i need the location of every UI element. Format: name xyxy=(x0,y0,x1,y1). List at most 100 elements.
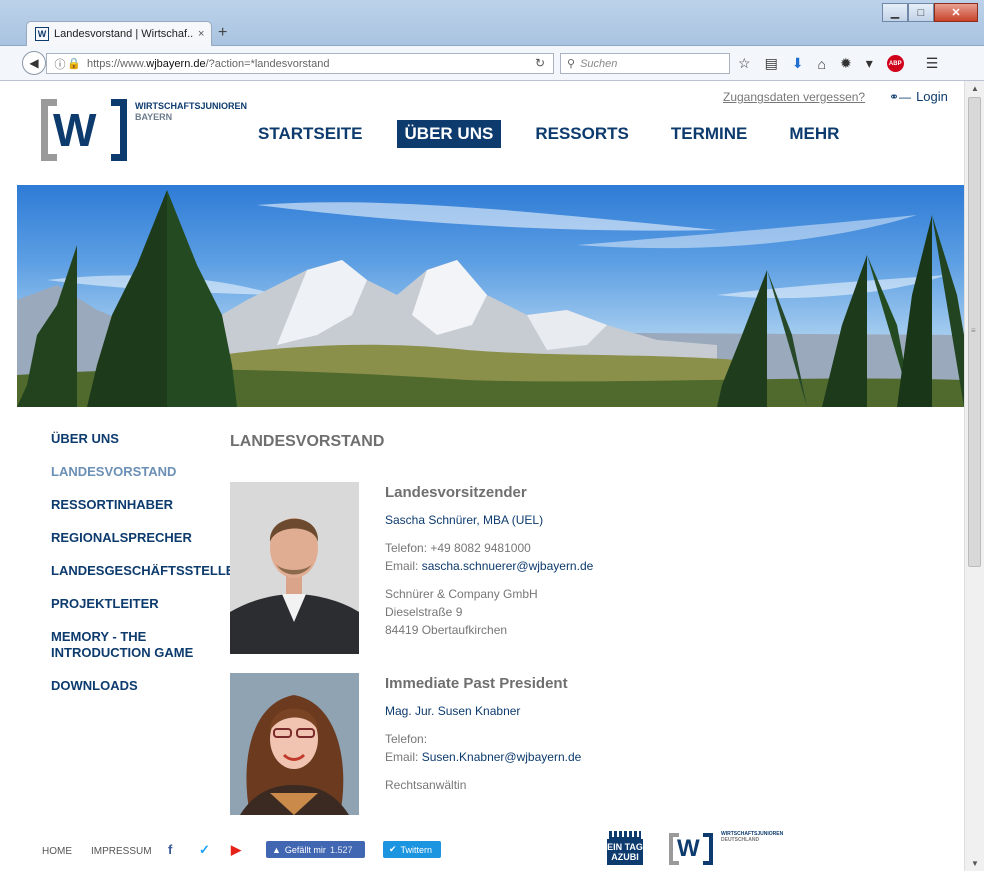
main-navigation: STARTSEITE ÜBER UNS RESSORTS TERMINE MEH… xyxy=(250,120,873,148)
member-name[interactable]: Sascha Schnürer, MBA (UEL) xyxy=(385,513,593,527)
member-phone: Telefon: xyxy=(385,732,428,746)
logo-letters: W xyxy=(677,835,700,862)
reading-list-icon[interactable]: ▤ xyxy=(765,55,778,72)
sidebar-item-regionalsprecher[interactable]: REGIONALSPRECHER xyxy=(51,530,231,546)
toolbar-icons: ☆ ▤ ⬇ ⌂ ✹ ▾ ABP ☰ xyxy=(738,55,952,72)
ein-tag-azubi-logo[interactable]: EIN TAG AZUBI xyxy=(607,831,643,867)
member-portrait-image xyxy=(230,482,359,654)
nav-termine[interactable]: TERMINE xyxy=(663,120,756,148)
forgot-credentials-link[interactable]: Zugangsdaten vergessen? xyxy=(723,90,865,104)
tweet-label: Twittern xyxy=(400,844,433,855)
navigation-toolbar: ◀ ⓘ 🔒 https://www.wjbayern.de/?action=*l… xyxy=(0,46,984,81)
extension-icon[interactable]: ✹ xyxy=(840,55,852,72)
logo-letters: W xyxy=(53,104,96,156)
skyline-graphic xyxy=(609,831,641,839)
wj-bayern-logo[interactable]: W xyxy=(41,99,127,163)
new-tab-icon[interactable]: + xyxy=(218,24,227,42)
thumbs-up-icon: ▲ xyxy=(272,844,281,855)
facebook-icon[interactable]: f xyxy=(168,842,172,857)
banner-illustration xyxy=(17,190,964,407)
member-role: Landesvorsitzender xyxy=(385,484,527,501)
tab-strip: W Landesvorstand | Wirtschaf... × + ▁ □ … xyxy=(0,0,984,46)
brand-name: WIRTSCHAFTSJUNIOREN xyxy=(135,101,247,111)
sidebar-item-landesvorstand[interactable]: LANDESVORSTAND xyxy=(51,464,231,480)
adblock-icon[interactable]: ABP xyxy=(886,55,904,72)
member-role: Immediate Past President xyxy=(385,675,568,692)
browser-chrome: W Landesvorstand | Wirtschaf... × + ▁ □ … xyxy=(0,0,984,81)
member-info: Landesvorsitzender Sascha Schnürer, MBA … xyxy=(385,484,593,639)
member-card: Immediate Past President Mag. Jur. Susen… xyxy=(230,673,930,845)
info-icon[interactable]: ⓘ xyxy=(53,56,67,72)
window-controls: ▁ □ ✕ xyxy=(882,3,978,22)
tab-close-icon[interactable]: × xyxy=(198,28,204,40)
scrollbar-grip-icon: ≡ xyxy=(971,326,976,335)
footer-home-link[interactable]: HOME xyxy=(42,846,72,857)
facebook-like-count: 1.527 xyxy=(329,844,353,855)
lock-icon[interactable]: 🔒 xyxy=(67,57,81,70)
nav-mehr[interactable]: MEHR xyxy=(781,120,847,148)
brand-text: WIRTSCHAFTSJUNIOREN BAYERN xyxy=(135,101,247,123)
back-button[interactable]: ◀ xyxy=(22,51,46,75)
member-info: Immediate Past President Mag. Jur. Susen… xyxy=(385,675,581,794)
footer: HOME IMPRESSUM f ✓ ▶ ▲ Gefällt mir 1.527… xyxy=(17,829,964,871)
member-photo xyxy=(230,482,359,654)
youtube-icon[interactable]: ▶ xyxy=(231,842,241,858)
favicon-icon: W xyxy=(35,27,49,41)
page-scrollbar[interactable]: ▲ ≡ ▼ xyxy=(964,81,984,871)
scroll-down-icon[interactable]: ▼ xyxy=(971,859,979,868)
member-phone: Telefon: +49 8082 9481000 xyxy=(385,541,531,555)
key-icon: ⚭— xyxy=(889,89,912,104)
bookmark-star-icon[interactable]: ☆ xyxy=(738,55,751,72)
member-company: Rechtsanwältin xyxy=(385,778,467,792)
facebook-like-button[interactable]: ▲ Gefällt mir 1.527 xyxy=(266,841,365,858)
sidebar-item-memory-game[interactable]: MEMORY - THE INTRODUCTION GAME xyxy=(51,629,201,661)
login-label: Login xyxy=(916,89,948,104)
footer-impressum-link[interactable]: IMPRESSUM xyxy=(91,846,152,857)
logo-right-bracket xyxy=(703,833,713,865)
wj-deutschland-logo[interactable]: W WIRTSCHAFTSJUNIOREN DEUTSCHLAND xyxy=(669,829,789,869)
sidebar-item-projektleiter[interactable]: PROJEKTLEITER xyxy=(51,596,231,612)
logo-right-bracket xyxy=(111,99,127,161)
member-company: Schnürer & Company GmbH xyxy=(385,587,538,601)
facebook-like-label: Gefällt mir xyxy=(284,844,326,855)
maximize-button[interactable]: □ xyxy=(908,3,934,22)
member-email-link[interactable]: Susen.Knabner@wjbayern.de xyxy=(422,750,582,764)
ein-tag-azubi-badge: EIN TAG AZUBI xyxy=(607,839,643,865)
twitter-icon[interactable]: ✓ xyxy=(199,842,210,858)
close-window-button[interactable]: ✕ xyxy=(934,3,978,22)
browser-tab[interactable]: W Landesvorstand | Wirtschaf... × xyxy=(26,21,212,46)
sidebar-item-ressortinhaber[interactable]: RESSORTINHABER xyxy=(51,497,231,513)
tab-title: Landesvorstand | Wirtschaf... xyxy=(54,28,194,40)
member-card: Landesvorsitzender Sascha Schnürer, MBA … xyxy=(230,482,930,654)
search-icon: ⚲ xyxy=(567,58,576,70)
reload-icon[interactable]: ↻ xyxy=(535,56,545,70)
login-link[interactable]: ⚭— Login xyxy=(889,89,948,104)
url-bar[interactable]: ⓘ 🔒 https://www.wjbayern.de/?action=*lan… xyxy=(46,53,554,74)
scroll-up-icon[interactable]: ▲ xyxy=(971,84,979,93)
sidebar-item-downloads[interactable]: DOWNLOADS xyxy=(51,678,231,694)
download-icon[interactable]: ⬇ xyxy=(792,55,804,72)
nav-startseite[interactable]: STARTSEITE xyxy=(250,120,371,148)
member-email-line: Email: sascha.schnuerer@wjbayern.de xyxy=(385,559,594,573)
member-email-line: Email: Susen.Knabner@wjbayern.de xyxy=(385,750,582,764)
member-name[interactable]: Mag. Jur. Susen Knabner xyxy=(385,704,581,718)
tweet-button[interactable]: ✔ Twittern xyxy=(383,841,441,858)
minimize-button[interactable]: ▁ xyxy=(882,3,908,22)
home-icon[interactable]: ⌂ xyxy=(818,56,826,72)
search-bar[interactable]: ⚲ Suchen xyxy=(560,53,730,74)
member-street: Dieselstraße 9 xyxy=(385,605,463,619)
sidebar-item-ueber-uns[interactable]: ÜBER UNS xyxy=(51,431,231,447)
nav-ressorts[interactable]: RESSORTS xyxy=(527,120,637,148)
brand-sub: BAYERN xyxy=(135,112,173,122)
hamburger-menu-icon[interactable]: ☰ xyxy=(926,55,939,72)
twitter-bird-icon: ✔ xyxy=(389,844,397,854)
nav-ueber-uns[interactable]: ÜBER UNS xyxy=(396,120,502,148)
member-email-link[interactable]: sascha.schnuerer@wjbayern.de xyxy=(422,559,594,573)
member-photo xyxy=(230,673,359,815)
sidebar-item-landesgeschaeftsstelle[interactable]: LANDESGESCHÄFTSSTELLE xyxy=(51,563,234,579)
url-text: https://www.wjbayern.de/?action=*landesv… xyxy=(87,57,330,70)
member-portrait-image xyxy=(230,673,359,815)
member-city: 84419 Obertaufkirchen xyxy=(385,623,508,637)
overflow-chevron-icon[interactable]: ▾ xyxy=(866,55,873,72)
search-placeholder: Suchen xyxy=(580,57,618,70)
